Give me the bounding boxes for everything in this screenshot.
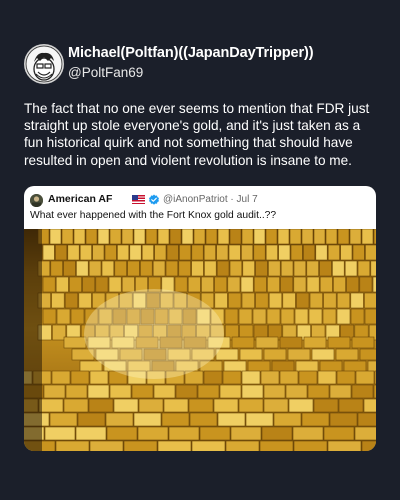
post-header: Michael(Poltfan)((JapanDayTripper)) @Pol…	[24, 44, 384, 84]
quoted-post-card[interactable]: American AF @iAnonPatriot · Jul 7 What e…	[24, 186, 376, 451]
gold-bars-image[interactable]	[24, 229, 376, 451]
post-text: The fact that no one ever seems to menti…	[24, 101, 370, 168]
us-flag-icon	[132, 195, 145, 204]
quoted-author-name[interactable]: American AF	[48, 193, 112, 205]
quoted-author-avatar[interactable]	[30, 194, 43, 207]
quoted-handle-time[interactable]: @iAnonPatriot · Jul 7	[163, 194, 258, 205]
quoted-post-text: What ever happened with the Fort Knox go…	[30, 210, 277, 221]
verified-badge-icon	[148, 193, 160, 205]
author-handle[interactable]: @PoltFan69	[68, 65, 143, 80]
author-avatar[interactable]	[24, 44, 64, 84]
author-display-name[interactable]: Michael(Poltfan)((JapanDayTripper))	[68, 45, 314, 61]
